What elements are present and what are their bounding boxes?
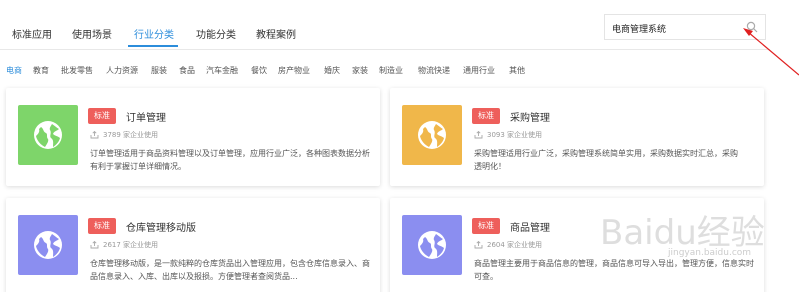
- category-food[interactable]: 食品: [179, 65, 195, 76]
- usage-icon: [474, 240, 483, 249]
- search-input[interactable]: 电商管理系统: [612, 22, 666, 35]
- usage-icon: [90, 130, 99, 139]
- category-hr[interactable]: 人力资源: [106, 65, 138, 76]
- category-apparel[interactable]: 服装: [151, 65, 167, 76]
- category-other[interactable]: 其他: [509, 65, 525, 76]
- app-card-warehouse-mobile[interactable]: 标准 仓库管理移动版 2617 家企业使用 仓库管理移动版，是一款纯粹的仓库货品…: [6, 198, 380, 292]
- app-thumbnail: [18, 215, 78, 275]
- usage-text: 3093 家企业使用: [487, 131, 543, 139]
- card-description: 采购管理适用行业广泛，采购管理系统简单实用，采购数据实时汇总，采购透明化！: [474, 149, 738, 171]
- app-thumbnail: [402, 105, 462, 165]
- category-home-decor[interactable]: 家装: [352, 65, 368, 76]
- search-box[interactable]: 电商管理系统: [604, 14, 766, 40]
- category-education[interactable]: 教育: [33, 65, 49, 76]
- card-title[interactable]: 采购管理: [510, 109, 550, 124]
- standard-badge: 标准: [88, 108, 116, 124]
- category-auto-finance[interactable]: 汽车金融: [206, 65, 238, 76]
- tab-standard-apps[interactable]: 标准应用: [12, 26, 52, 41]
- card-title[interactable]: 订单管理: [126, 109, 166, 124]
- standard-badge: 标准: [472, 218, 500, 234]
- category-manufacturing[interactable]: 制造业: [379, 65, 403, 76]
- globe-icon: [418, 121, 446, 149]
- card-description: 商品管理主要用于商品信息的管理，商品信息可导入导出，管理方便，信息实时可查。: [474, 259, 754, 281]
- globe-icon: [34, 121, 62, 149]
- card-title[interactable]: 仓库管理移动版: [126, 219, 196, 234]
- card-description: 仓库管理移动版，是一款纯粹的仓库货品出入管理应用，包含仓库信息录入、商品信息录入…: [90, 259, 370, 281]
- usage-icon: [90, 240, 99, 249]
- globe-icon: [34, 231, 62, 259]
- tab-tutorials[interactable]: 教程案例: [256, 26, 296, 41]
- app-card-purchase[interactable]: 标准 采购管理 3093 家企业使用 采购管理适用行业广泛，采购管理系统简单实用…: [390, 88, 764, 186]
- category-general[interactable]: 通用行业: [463, 65, 495, 76]
- tab-function[interactable]: 功能分类: [196, 26, 236, 41]
- page-margin: [770, 0, 799, 292]
- category-logistics[interactable]: 物流快递: [418, 65, 450, 76]
- category-ecommerce[interactable]: 电商: [6, 65, 22, 76]
- category-catering[interactable]: 餐饮: [251, 65, 267, 76]
- standard-badge: 标准: [472, 108, 500, 124]
- card-description: 订单管理适用于商品资料管理以及订单管理，应用行业广泛，各种图表数据分析有利于掌握…: [90, 149, 370, 171]
- active-tab-indicator: [128, 45, 178, 47]
- tab-industry[interactable]: 行业分类: [134, 26, 174, 41]
- category-filter: 电商 教育 批发零售 人力资源 服装 食品 汽车金融 餐饮 房产物业 婚庆 家装…: [0, 62, 770, 82]
- category-property[interactable]: 房产物业: [278, 65, 310, 76]
- category-wholesale[interactable]: 批发零售: [61, 65, 93, 76]
- tab-usage-scenarios[interactable]: 使用场景: [72, 26, 112, 41]
- usage-text: 3789 家企业使用: [103, 131, 159, 139]
- category-wedding[interactable]: 婚庆: [324, 65, 340, 76]
- app-card-order[interactable]: 标准 订单管理 3789 家企业使用 订单管理适用于商品资料管理以及订单管理，应…: [6, 88, 380, 186]
- usage-icon: [474, 130, 483, 139]
- usage-text: 2617 家企业使用: [103, 241, 159, 249]
- usage-text: 2604 家企业使用: [487, 241, 543, 249]
- app-thumbnail: [18, 105, 78, 165]
- app-card-product[interactable]: 标准 商品管理 2604 家企业使用 商品管理主要用于商品信息的管理，商品信息可…: [390, 198, 764, 292]
- globe-icon: [418, 231, 446, 259]
- app-thumbnail: [402, 215, 462, 275]
- card-title[interactable]: 商品管理: [510, 219, 550, 234]
- search-icon[interactable]: [746, 21, 758, 33]
- standard-badge: 标准: [88, 218, 116, 234]
